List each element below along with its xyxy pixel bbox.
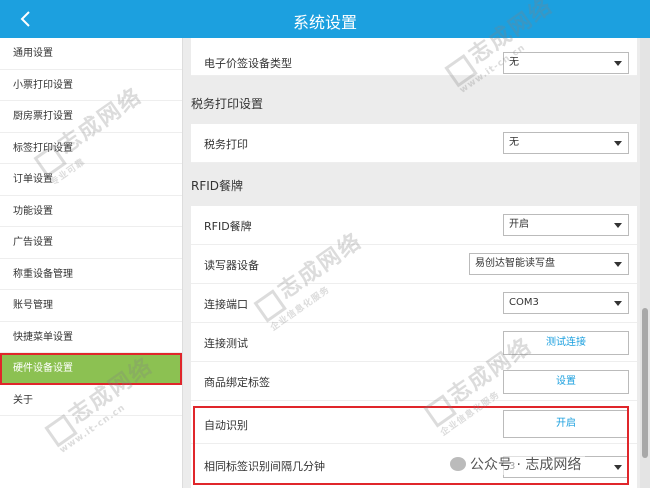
sidebar-item-label-print[interactable]: 标签打印设置: [0, 133, 182, 164]
caret-down-icon: [614, 465, 622, 470]
settings-row: 自动识别 开启: [191, 401, 637, 444]
row-label: 读写器设备: [204, 259, 259, 272]
row-label: 商品绑定标签: [204, 376, 270, 389]
caret-down-icon: [614, 61, 622, 66]
connection-port-select[interactable]: COM3: [503, 292, 629, 314]
sidebar-item-scale[interactable]: 称重设备管理: [0, 259, 182, 290]
wechat-icon: [450, 457, 466, 471]
sidebar-item-general[interactable]: 通用设置: [0, 38, 182, 70]
row-label: 电子价签设备类型: [204, 57, 292, 70]
section-title-tax: 税务打印设置: [191, 97, 264, 111]
reader-device-select[interactable]: 易创达智能读写盘: [469, 253, 629, 275]
e-price-tag-panel: 电子价签设备类型 无: [191, 38, 637, 76]
row-label: 连接端口: [204, 298, 248, 311]
sidebar-item-account[interactable]: 账号管理: [0, 290, 182, 322]
auto-recognize-button[interactable]: 开启: [503, 410, 629, 438]
row-label: RFID餐牌: [204, 220, 252, 233]
content-scrollbar[interactable]: [640, 38, 650, 488]
row-label: 自动识别: [204, 419, 248, 432]
sidebar-item-hardware[interactable]: 硬件设备设置: [0, 353, 182, 385]
select-value: 易创达智能读写盘: [475, 258, 555, 269]
tax-print-select[interactable]: 无: [503, 132, 629, 154]
wechat-attribution: 公众号 · 志成网络: [446, 453, 586, 475]
select-value: 无: [509, 137, 519, 148]
section-title-rfid: RFID餐牌: [191, 179, 244, 193]
settings-row: 税务打印 无: [191, 124, 637, 163]
app-header: 系统设置: [0, 0, 650, 38]
settings-content: 电子价签设备类型 无 税务打印设置 税务打印 无 RFID餐牌 RFID餐牌 开…: [183, 38, 650, 488]
select-value: 开启: [509, 219, 529, 230]
rfid-panel: RFID餐牌 开启 读写器设备 易创达智能读写盘 连接端口 COM3 连接测试 …: [191, 206, 637, 488]
settings-sidebar: 通用设置 小票打印设置 厨房票打设置 标签打印设置 订单设置 功能设置 广告设置…: [0, 38, 183, 488]
row-label: 税务打印: [204, 138, 248, 151]
sidebar-item-function[interactable]: 功能设置: [0, 196, 182, 227]
sidebar-item-receipt-print[interactable]: 小票打印设置: [0, 70, 182, 101]
caret-down-icon: [614, 262, 622, 267]
sidebar-item-ads[interactable]: 广告设置: [0, 227, 182, 259]
test-connection-button[interactable]: 测试连接: [503, 331, 629, 355]
page-title: 系统设置: [292, 13, 357, 32]
sidebar-item-shortcut-menu[interactable]: 快捷菜单设置: [0, 322, 182, 353]
settings-row: 电子价签设备类型 无: [191, 38, 637, 76]
settings-row: 读写器设备 易创达智能读写盘: [191, 245, 637, 284]
caret-down-icon: [614, 141, 622, 146]
bind-tag-settings-button[interactable]: 设置: [503, 370, 629, 394]
sidebar-item-about[interactable]: 关于: [0, 385, 182, 416]
tax-print-panel: 税务打印 无: [191, 124, 637, 163]
rfid-enable-select[interactable]: 开启: [503, 214, 629, 236]
e-price-tag-type-select[interactable]: 无: [503, 52, 629, 74]
select-value: COM3: [509, 297, 539, 308]
caret-down-icon: [614, 223, 622, 228]
row-label: 相同标签识别间隔几分钟: [204, 460, 325, 473]
settings-row: 商品绑定标签 设置: [191, 362, 637, 401]
scrollbar-thumb[interactable]: [642, 308, 648, 458]
settings-row: 连接测试 测试连接: [191, 323, 637, 362]
select-value: 无: [509, 57, 519, 68]
sidebar-item-kitchen-print[interactable]: 厨房票打设置: [0, 101, 182, 133]
caret-down-icon: [614, 301, 622, 306]
settings-row: RFID餐牌 开启: [191, 206, 637, 245]
row-label: 连接测试: [204, 337, 248, 350]
settings-row: 连接端口 COM3: [191, 284, 637, 323]
sidebar-item-order[interactable]: 订单设置: [0, 164, 182, 196]
